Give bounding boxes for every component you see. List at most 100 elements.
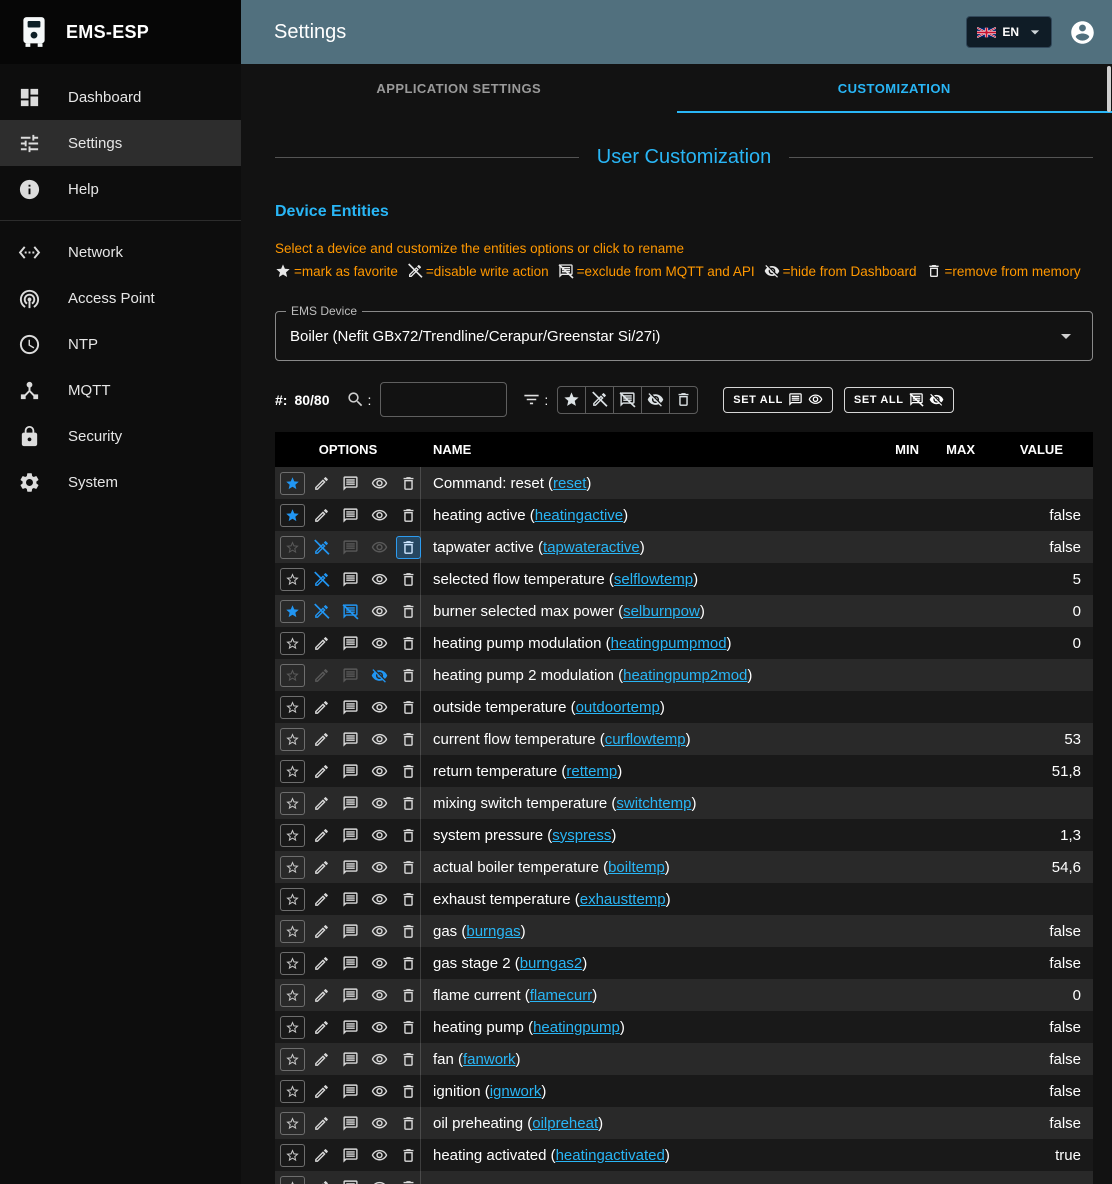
sidebar-item-access-point[interactable]: Access Point [0,275,241,321]
favorite-star-icon[interactable] [280,1144,305,1167]
trash-icon[interactable] [396,856,421,879]
comment-icon[interactable] [338,888,363,911]
sidebar-item-system[interactable]: System [0,459,241,505]
trash-icon[interactable] [396,1048,421,1071]
comment-icon[interactable] [338,1176,363,1184]
trash-icon[interactable] [396,472,421,495]
table-row[interactable]: return temperature (rettemp)51,8 [275,755,1093,787]
comment-icon[interactable] [338,952,363,975]
tab-customization[interactable]: CUSTOMIZATION [677,64,1112,113]
trash-icon[interactable] [396,568,421,591]
table-row[interactable]: heating pump 2 modulation (heatingpump2m… [275,659,1093,691]
eye-icon[interactable] [367,600,392,623]
trash-icon[interactable] [396,728,421,751]
favorite-star-icon[interactable] [280,568,305,591]
eye-icon[interactable] [367,696,392,719]
edit-icon[interactable] [309,696,334,719]
trash-icon[interactable] [396,1016,421,1039]
table-row[interactable]: actual boiler temperature (boiltemp)54,6 [275,851,1093,883]
favorite-star-icon[interactable] [280,984,305,1007]
favorite-star-icon[interactable] [280,952,305,975]
table-row[interactable]: tapwater active (tapwateractive)false [275,531,1093,563]
ems-device-select[interactable]: EMS Device Boiler (Nefit GBx72/Trendline… [275,311,1093,361]
entity-shortname-link[interactable]: oilpreheat [532,1115,598,1132]
favorite-star-icon[interactable] [280,792,305,815]
comment-icon[interactable] [338,568,363,591]
edit-icon[interactable] [309,824,334,847]
eye-icon[interactable] [367,952,392,975]
edit-off-icon[interactable] [309,600,334,623]
favorite-star-icon[interactable] [280,888,305,911]
filter-disable-write-toggle[interactable] [585,386,614,414]
trash-icon[interactable] [396,952,421,975]
trash-icon[interactable] [396,792,421,815]
favorite-star-icon[interactable] [280,1176,305,1184]
trash-icon[interactable] [396,536,421,559]
favorite-star-icon[interactable] [280,536,305,559]
edit-icon[interactable] [309,792,334,815]
sidebar-item-security[interactable]: Security [0,413,241,459]
edit-icon[interactable] [309,760,334,783]
favorite-star-icon[interactable] [280,856,305,879]
table-row[interactable]: exhaust temperature (exhausttemp) [275,883,1093,915]
eye-icon[interactable] [367,504,392,527]
table-row[interactable]: Command: reset (reset) [275,467,1093,499]
account-icon[interactable] [1062,12,1102,52]
comment-icon[interactable] [338,1048,363,1071]
entity-shortname-link[interactable]: syspress [552,827,611,844]
trash-icon[interactable] [396,1112,421,1135]
favorite-star-icon[interactable] [280,760,305,783]
entity-shortname-link[interactable]: heatingactivated [556,1147,665,1164]
favorite-star-icon[interactable] [280,824,305,847]
comment-icon[interactable] [338,504,363,527]
table-row[interactable]: heating activated (heatingactivated)true [275,1139,1093,1171]
edit-icon[interactable] [309,888,334,911]
eye-icon[interactable] [367,536,392,559]
entity-shortname-link[interactable]: curflowtemp [605,731,686,748]
edit-icon[interactable] [309,1112,334,1135]
entity-shortname-link[interactable]: switchtemp [616,795,691,812]
eye-icon[interactable] [367,1112,392,1135]
entity-shortname-link[interactable]: selflowtemp [614,571,693,588]
table-row[interactable]: gas (burngas)false [275,915,1093,947]
trash-icon[interactable] [396,1080,421,1103]
favorite-star-icon[interactable] [280,1048,305,1071]
comment-icon[interactable] [338,792,363,815]
entity-shortname-link[interactable]: selburnpow [623,603,700,620]
entity-shortname-link[interactable]: fanwork [463,1051,516,1068]
table-row[interactable]: ignition (ignwork)false [275,1075,1093,1107]
eye-icon[interactable] [367,1080,392,1103]
trash-icon[interactable] [396,504,421,527]
entity-shortname-link[interactable]: reset [553,475,586,492]
edit-icon[interactable] [309,1080,334,1103]
eye-icon[interactable] [367,472,392,495]
edit-icon[interactable] [309,664,334,687]
trash-icon[interactable] [396,1176,421,1184]
sidebar-item-network[interactable]: Network [0,229,241,275]
edit-icon[interactable] [309,984,334,1007]
table-row[interactable]: fan (fanwork)false [275,1043,1093,1075]
favorite-star-icon[interactable] [280,1016,305,1039]
table-row[interactable]: flame current (flamecurr)0 [275,979,1093,1011]
table-row[interactable]: current flow temperature (curflowtemp)53 [275,723,1093,755]
favorite-star-icon[interactable] [280,664,305,687]
entity-shortname-link[interactable]: boiltemp [608,859,665,876]
entity-shortname-link[interactable]: burngas2 [520,955,583,972]
trash-icon[interactable] [396,888,421,911]
edit-icon[interactable] [309,1016,334,1039]
favorite-star-filled-icon[interactable] [280,472,305,495]
scrollbar-thumb[interactable] [1107,66,1111,112]
eye-icon[interactable] [367,1144,392,1167]
eye-icon[interactable] [367,728,392,751]
search-input[interactable] [380,382,507,417]
entity-shortname-link[interactable]: outdoortemp [576,699,660,716]
comment-icon[interactable] [338,760,363,783]
language-selector[interactable]: EN [966,16,1052,48]
trash-icon[interactable] [396,760,421,783]
table-row[interactable]: burner selected max power (selburnpow)0 [275,595,1093,627]
edit-icon[interactable] [309,1048,334,1071]
table-row[interactable]: mixing switch temperature (switchtemp) [275,787,1093,819]
comment-icon[interactable] [338,696,363,719]
comment-icon[interactable] [338,1080,363,1103]
trash-icon[interactable] [396,696,421,719]
